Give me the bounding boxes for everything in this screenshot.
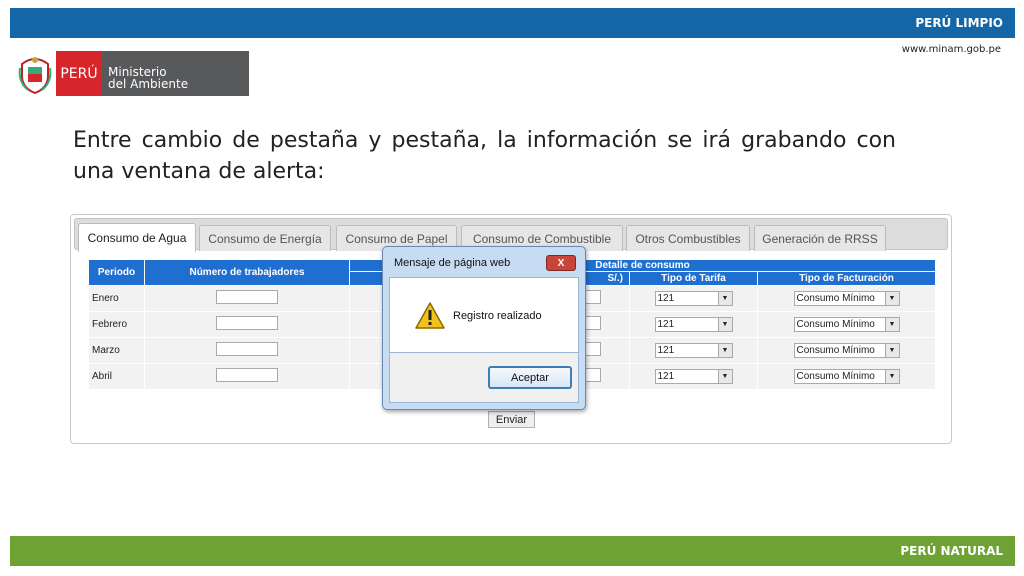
tarifa-value: 121 xyxy=(657,293,675,304)
tab-generacion-rrss[interactable]: Generación de RRSS xyxy=(754,225,886,251)
close-icon[interactable]: X xyxy=(546,255,576,271)
header-periodo: Periodo xyxy=(88,259,145,286)
logo-line-2: del Ambiente xyxy=(108,77,189,91)
header-tarifa: Tipo de Tarifa xyxy=(629,271,758,286)
consumo-input[interactable] xyxy=(585,368,601,382)
chevron-down-icon: ▼ xyxy=(884,292,899,305)
facturacion-value: Consumo Mínimo xyxy=(796,345,875,356)
periodo-cell: Marzo xyxy=(88,337,145,364)
chevron-down-icon: ▼ xyxy=(717,318,732,331)
tarifa-value: 121 xyxy=(657,371,675,382)
slide-heading: Entre cambio de pestaña y pestaña, la in… xyxy=(73,128,896,184)
dialog-message: Registro realizado xyxy=(453,310,542,322)
dialog-body: Registro realizado xyxy=(389,277,579,353)
tab-otros-combustibles[interactable]: Otros Combustibles xyxy=(626,225,750,251)
header-facturacion: Tipo de Facturación xyxy=(757,271,936,286)
warning-icon xyxy=(415,302,445,329)
tarifa-select[interactable]: 121 ▼ xyxy=(654,343,733,358)
dialog-footer: Aceptar xyxy=(389,353,579,403)
tab-consumo-energia[interactable]: Consumo de Energía xyxy=(199,225,331,251)
top-banner: PERÚ LIMPIO xyxy=(10,8,1015,38)
trabajadores-input[interactable] xyxy=(216,342,278,356)
aceptar-button[interactable]: Aceptar xyxy=(488,366,572,389)
tarifa-select[interactable]: 121 ▼ xyxy=(654,291,733,306)
bottom-banner: PERÚ NATURAL xyxy=(10,536,1015,566)
coat-of-arms-icon xyxy=(18,57,52,94)
facturacion-select[interactable]: Consumo Mínimo ▼ xyxy=(793,317,900,332)
consumo-input[interactable] xyxy=(585,290,601,304)
consumo-input[interactable] xyxy=(585,316,601,330)
chevron-down-icon: ▼ xyxy=(717,344,732,357)
header-trabajadores: Número de trabajadores xyxy=(144,259,350,286)
trabajadores-input[interactable] xyxy=(216,290,278,304)
facturacion-value: Consumo Mínimo xyxy=(796,319,875,330)
brand-top-text: PERÚ LIMPIO xyxy=(915,16,1003,30)
facturacion-value: Consumo Mínimo xyxy=(796,293,875,304)
periodo-cell: Abril xyxy=(88,363,145,390)
site-url: www.minam.gob.pe xyxy=(901,44,1001,55)
brand-bottom-text: PERÚ NATURAL xyxy=(900,544,1003,558)
tarifa-select[interactable]: 121 ▼ xyxy=(654,317,733,332)
logo-ministry-text: Ministerio del Ambiente xyxy=(102,51,249,96)
tarifa-value: 121 xyxy=(657,319,675,330)
facturacion-select[interactable]: Consumo Mínimo ▼ xyxy=(793,369,900,384)
trabajadores-input[interactable] xyxy=(216,368,278,382)
trabajadores-input[interactable] xyxy=(216,316,278,330)
chevron-down-icon: ▼ xyxy=(884,318,899,331)
consumo-input[interactable] xyxy=(585,342,601,356)
dialog-title: Mensaje de página web xyxy=(394,257,511,269)
ministry-logo: PERÚ Ministerio del Ambiente xyxy=(56,51,249,96)
tarifa-value: 121 xyxy=(657,345,675,356)
facturacion-select[interactable]: Consumo Mínimo ▼ xyxy=(793,291,900,306)
chevron-down-icon: ▼ xyxy=(717,370,732,383)
facturacion-select[interactable]: Consumo Mínimo ▼ xyxy=(793,343,900,358)
chevron-down-icon: ▼ xyxy=(884,344,899,357)
chevron-down-icon: ▼ xyxy=(884,370,899,383)
logo-peru-text: PERÚ xyxy=(56,51,102,96)
chevron-down-icon: ▼ xyxy=(717,292,732,305)
tab-consumo-agua[interactable]: Consumo de Agua xyxy=(78,223,196,252)
tarifa-select[interactable]: 121 ▼ xyxy=(654,369,733,384)
alert-dialog: Mensaje de página web X Registro realiza… xyxy=(382,246,586,410)
periodo-cell: Febrero xyxy=(88,311,145,338)
periodo-cell: Enero xyxy=(88,285,145,312)
facturacion-value: Consumo Mínimo xyxy=(796,371,875,382)
enviar-button[interactable]: Enviar xyxy=(488,411,535,428)
